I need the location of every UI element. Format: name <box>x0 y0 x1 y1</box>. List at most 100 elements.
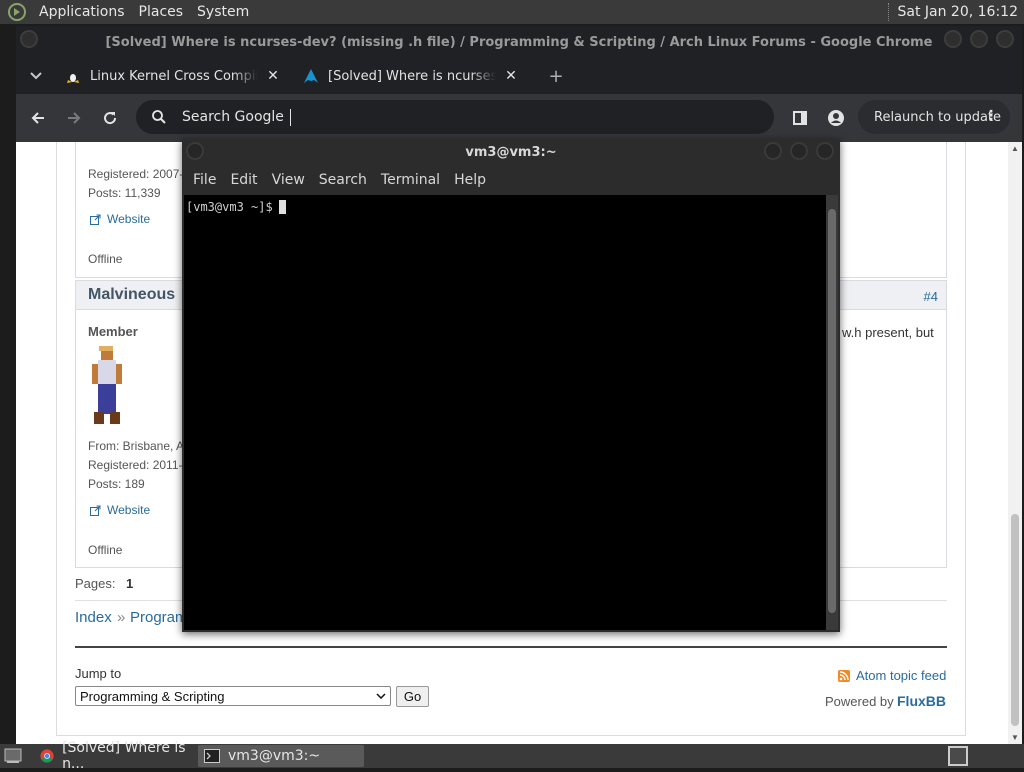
minimize-button[interactable] <box>764 142 782 160</box>
website-label: Website <box>107 212 150 226</box>
page-scrollbar[interactable]: ▲ ▼ <box>1008 142 1022 744</box>
menu-terminal[interactable]: Terminal <box>374 172 447 188</box>
prev-posts-count: Posts: 11,339 <box>88 186 161 200</box>
taskbar-item-terminal[interactable]: vm3@vm3:~ <box>198 745 364 767</box>
workspace-switcher[interactable] <box>948 746 968 766</box>
bottom-taskbar: [Solved] Where is n... vm3@vm3:~ <box>0 744 1024 768</box>
back-button[interactable] <box>20 100 56 136</box>
post-count: Posts: 189 <box>88 477 145 491</box>
footer-divider <box>75 646 947 648</box>
new-tab-button[interactable]: + <box>540 60 572 92</box>
chrome-icon <box>40 748 54 764</box>
atom-feed-link[interactable]: Atom topic feed <box>838 668 946 683</box>
rss-icon <box>838 670 850 682</box>
jump-to-select[interactable]: Programming & Scripting <box>75 686 391 706</box>
show-desktop-icon <box>4 748 22 764</box>
scroll-down-arrow-icon[interactable]: ▼ <box>1011 733 1019 742</box>
close-icon[interactable]: ✕ <box>264 67 282 85</box>
post-website-link[interactable]: Website <box>90 503 150 517</box>
kebab-menu-icon[interactable]: ⋮ <box>984 108 998 124</box>
tab-search-button[interactable] <box>16 58 56 94</box>
prev-registered: Registered: 2007- <box>88 167 183 181</box>
terminal-menubar: File Edit View Search Terminal Help <box>182 165 840 195</box>
show-desktop-button[interactable] <box>2 746 24 766</box>
jump-to-label: Jump to <box>75 666 121 681</box>
maximize-button[interactable] <box>790 142 808 160</box>
text-caret <box>290 109 291 126</box>
menu-edit[interactable]: Edit <box>223 172 264 188</box>
window-menu-button[interactable] <box>20 30 38 48</box>
distro-logo-icon[interactable] <box>6 2 28 22</box>
scrollbar-thumb[interactable] <box>828 209 836 613</box>
maximize-button[interactable] <box>970 30 988 48</box>
forward-button[interactable] <box>56 100 92 136</box>
pages-current: 1 <box>126 576 133 591</box>
terminal-window: vm3@vm3:~ File Edit View Search Terminal… <box>182 139 840 632</box>
post-location: From: Brisbane, A <box>88 439 184 453</box>
breadcrumb-index[interactable]: Index <box>75 609 112 626</box>
post-registered: Registered: 2011- <box>88 458 183 472</box>
menu-search[interactable]: Search <box>312 172 374 188</box>
panel-separator <box>888 3 892 21</box>
post-author[interactable]: Malvineous <box>88 286 175 304</box>
side-panel-button[interactable] <box>782 100 818 136</box>
close-window-button[interactable] <box>996 30 1014 48</box>
close-window-button[interactable] <box>816 142 834 160</box>
tab-strip: Linux Kernel Cross Compilation ✕ [Solved… <box>16 58 1022 94</box>
window-menu-button[interactable] <box>186 142 204 160</box>
taskbar-item-chrome[interactable]: [Solved] Where is n... <box>34 745 194 767</box>
tab-title: Linux Kernel Cross Compilation <box>90 69 258 84</box>
clock[interactable]: Sat Jan 20, 16:12 <box>898 4 1024 20</box>
pages-label: Pages: <box>75 576 115 591</box>
menu-applications[interactable]: Applications <box>32 0 132 24</box>
select-value: Programming & Scripting <box>80 689 225 704</box>
terminal-title: vm3@vm3:~ <box>465 145 556 160</box>
menu-file[interactable]: File <box>186 172 223 188</box>
avatar <box>88 346 128 428</box>
chevron-down-icon <box>30 72 42 80</box>
terminal-titlebar[interactable]: vm3@vm3:~ <box>182 139 840 165</box>
go-button[interactable]: Go <box>396 686 429 707</box>
top-panel: Applications Places System Sat Jan 20, 1… <box>0 0 1024 24</box>
penguin-icon <box>64 67 82 85</box>
prev-website-link[interactable]: Website <box>90 212 150 226</box>
reload-button[interactable] <box>92 100 128 136</box>
website-label: Website <box>107 503 150 517</box>
post-status: Offline <box>88 543 122 557</box>
window-title: [Solved] Where is ncurses-dev? (missing … <box>105 35 932 50</box>
search-icon <box>136 110 182 124</box>
chevron-down-icon <box>376 693 386 699</box>
menu-help[interactable]: Help <box>447 172 493 188</box>
post-number[interactable]: #4 <box>924 289 938 304</box>
fluxbb-link[interactable]: FluxBB <box>897 693 946 709</box>
tab-linux-kernel[interactable]: Linux Kernel Cross Compilation ✕ <box>56 58 288 94</box>
external-link-icon <box>90 505 101 516</box>
reload-icon <box>102 110 118 126</box>
menu-view[interactable]: View <box>265 172 312 188</box>
atom-feed-label: Atom topic feed <box>856 668 946 683</box>
relaunch-button[interactable]: Relaunch to update ⋮ <box>858 100 1010 134</box>
powered-by-label: Powered by <box>825 694 894 709</box>
post-author-title: Member <box>88 324 138 339</box>
prev-status: Offline <box>88 252 122 266</box>
menu-places[interactable]: Places <box>132 0 191 24</box>
tab-title: [Solved] Where is ncurses-dev? (missing … <box>328 69 496 84</box>
scroll-up-arrow-icon[interactable]: ▲ <box>1011 144 1019 153</box>
minimize-button[interactable] <box>944 30 962 48</box>
external-link-icon <box>90 214 101 225</box>
taskbar-label: vm3@vm3:~ <box>228 748 320 764</box>
breadcrumb-section[interactable]: Program <box>130 609 188 626</box>
terminal-scrollbar[interactable] <box>826 195 838 630</box>
close-icon[interactable]: ✕ <box>502 67 520 85</box>
tab-ncurses-dev[interactable]: [Solved] Where is ncurses-dev? (missing … <box>294 58 530 94</box>
profile-button[interactable] <box>818 100 854 136</box>
address-bar[interactable]: Search Google <box>136 100 774 134</box>
breadcrumb-separator: » <box>117 609 125 626</box>
menu-system[interactable]: System <box>190 0 256 24</box>
shell-prompt: [vm3@vm3 ~]$ <box>186 200 273 214</box>
chrome-titlebar[interactable]: [Solved] Where is ncurses-dev? (missing … <box>16 26 1022 58</box>
profile-icon <box>828 110 844 126</box>
terminal-console[interactable]: [vm3@vm3 ~]$ <box>184 195 826 630</box>
scrollbar-thumb[interactable] <box>1011 514 1019 726</box>
arrow-right-icon <box>66 110 82 126</box>
